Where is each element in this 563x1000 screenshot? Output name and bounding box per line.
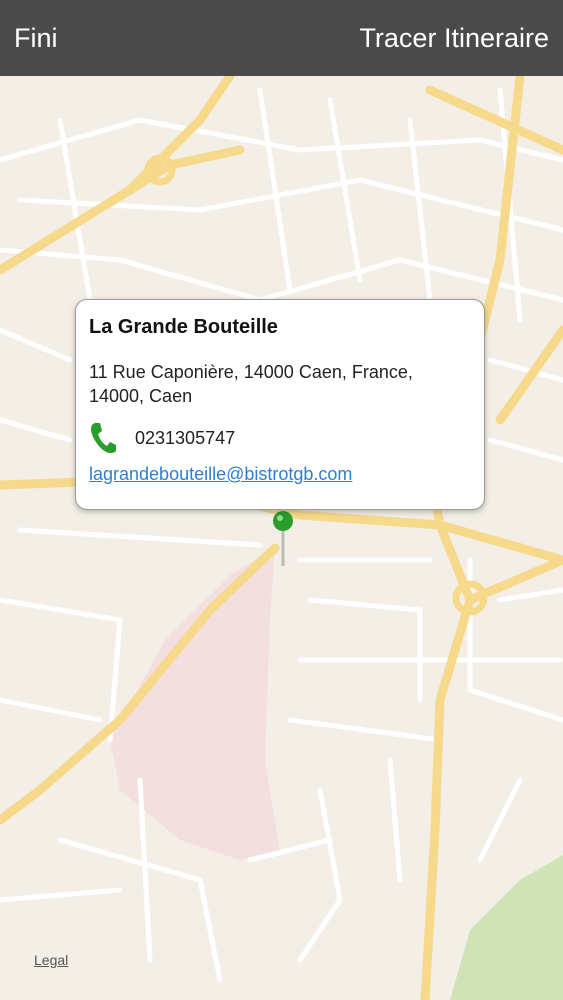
done-button[interactable]: Fini [14,23,58,54]
legal-link[interactable]: Legal [34,952,68,968]
email-link[interactable]: lagrandebouteille@bistrotgb.com [89,464,352,485]
place-address: 11 Rue Caponière, 14000 Caen, France, 14… [89,362,413,406]
trace-route-button[interactable]: Tracer Itineraire [359,23,549,54]
place-callout[interactable]: La Grande Bouteille 11 Rue Caponière, 14… [75,299,485,510]
map-pin-icon[interactable] [270,510,296,570]
phone-icon[interactable] [89,420,121,456]
phone-row[interactable]: 0231305747 [89,420,471,456]
place-name: La Grande Bouteille [89,316,278,338]
phone-number[interactable]: 0231305747 [135,428,235,449]
navigation-bar: Fini Tracer Itineraire [0,0,563,76]
